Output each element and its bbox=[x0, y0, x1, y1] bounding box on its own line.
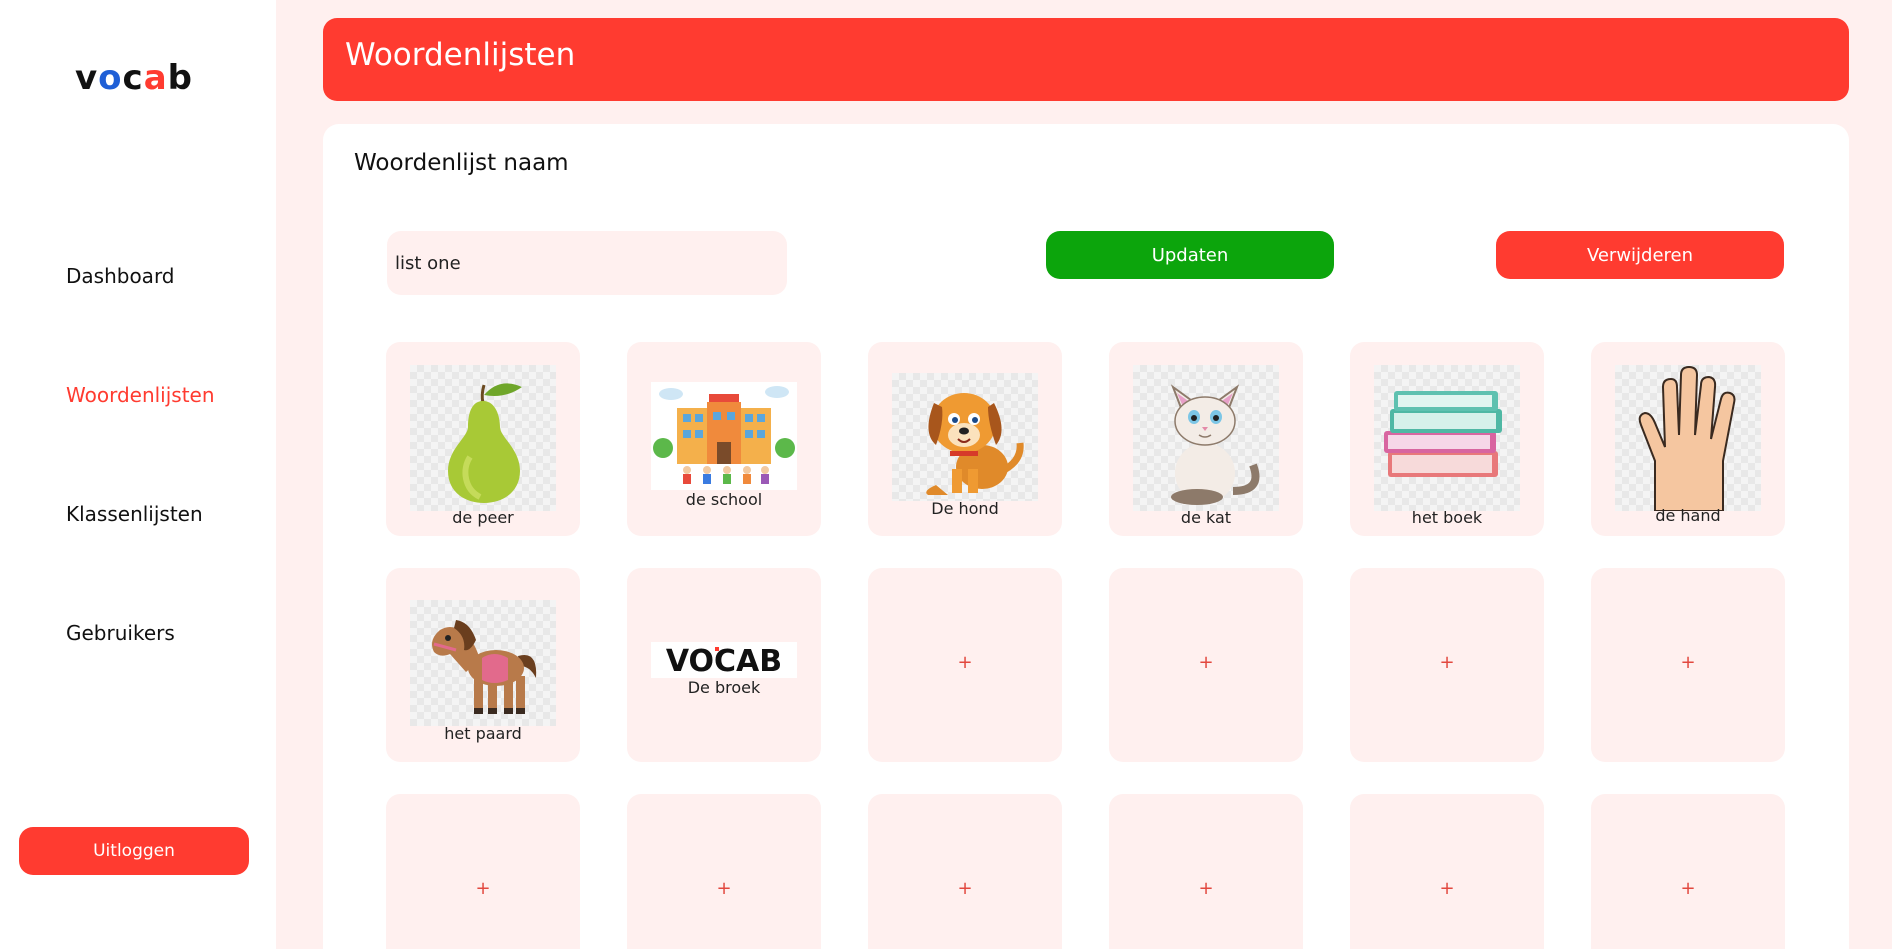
word-label: de hand bbox=[1655, 506, 1721, 525]
vocab-logo[interactable]: vocab bbox=[0, 58, 268, 98]
word-label: De broek bbox=[687, 678, 761, 697]
plus-icon: + bbox=[1680, 652, 1696, 673]
logo-letter-o: o bbox=[98, 58, 123, 98]
plus-icon: + bbox=[1439, 878, 1455, 899]
add-word-tile[interactable]: + bbox=[868, 568, 1062, 762]
sidebar: vocab Dashboard Woordenlijsten Klassenli… bbox=[0, 0, 276, 949]
logo-letter-a: a bbox=[143, 58, 168, 98]
word-tile-de-broek[interactable]: VOCAB De broek bbox=[627, 568, 821, 762]
word-label: De hond bbox=[931, 499, 999, 518]
update-button[interactable]: Updaten bbox=[1046, 231, 1334, 279]
word-label: het paard bbox=[444, 724, 522, 743]
add-word-tile[interactable]: + bbox=[1109, 568, 1303, 762]
add-word-tile[interactable]: + bbox=[1109, 794, 1303, 949]
add-word-tile[interactable]: + bbox=[627, 794, 821, 949]
page-title: Woordenlijsten bbox=[345, 37, 576, 73]
page-header: Woordenlijsten bbox=[323, 18, 1849, 101]
sidebar-item-dashboard[interactable]: Dashboard bbox=[66, 264, 175, 288]
word-list-name-label: Woordenlijst naam bbox=[354, 150, 569, 176]
word-tile-de-hand[interactable]: de hand bbox=[1591, 342, 1785, 536]
sidebar-item-woordenlijsten[interactable]: Woordenlijsten bbox=[66, 383, 215, 407]
word-label: het boek bbox=[1411, 508, 1483, 527]
word-label: de peer bbox=[452, 508, 514, 527]
word-tile-de-peer[interactable]: de peer bbox=[386, 342, 580, 536]
logo-letter-b: b bbox=[167, 58, 193, 98]
plus-icon: + bbox=[1198, 652, 1214, 673]
hand-image bbox=[1615, 365, 1761, 511]
word-tile-het-boek[interactable]: het boek bbox=[1350, 342, 1544, 536]
word-tile-de-kat[interactable]: de kat bbox=[1109, 342, 1303, 536]
add-word-tile[interactable]: + bbox=[1350, 568, 1544, 762]
logout-button[interactable]: Uitloggen bbox=[19, 827, 249, 875]
word-label: de kat bbox=[1180, 508, 1232, 527]
add-word-tile[interactable]: + bbox=[1591, 794, 1785, 949]
word-tile-de-school[interactable]: de school bbox=[627, 342, 821, 536]
word-list-name-input[interactable] bbox=[387, 231, 787, 295]
delete-button[interactable]: Verwijderen bbox=[1496, 231, 1784, 279]
word-tile-het-paard[interactable]: het paard bbox=[386, 568, 580, 762]
cat-image bbox=[1133, 365, 1279, 511]
word-tile-de-hond[interactable]: De hond bbox=[868, 342, 1062, 536]
pear-image bbox=[410, 365, 556, 511]
plus-icon: + bbox=[716, 878, 732, 899]
plus-icon: + bbox=[957, 652, 973, 673]
sidebar-item-gebruikers[interactable]: Gebruikers bbox=[66, 621, 175, 645]
sidebar-item-klassenlijsten[interactable]: Klassenlijsten bbox=[66, 502, 203, 526]
plus-icon: + bbox=[1198, 878, 1214, 899]
plus-icon: + bbox=[475, 878, 491, 899]
school-image bbox=[651, 382, 797, 490]
plus-icon: + bbox=[1680, 878, 1696, 899]
horse-image bbox=[410, 600, 556, 726]
logo-letter-v: v bbox=[75, 58, 99, 98]
plus-icon: + bbox=[1439, 652, 1455, 673]
word-label: de school bbox=[685, 490, 763, 509]
plus-icon: + bbox=[957, 878, 973, 899]
add-word-tile[interactable]: + bbox=[1591, 568, 1785, 762]
svg-text:VOCAB: VOCAB bbox=[666, 644, 782, 678]
add-word-tile[interactable]: + bbox=[868, 794, 1062, 949]
add-word-tile[interactable]: + bbox=[386, 794, 580, 949]
logo-letter-c: c bbox=[122, 58, 144, 98]
vocab-logo-image: VOCAB bbox=[651, 642, 797, 678]
word-list-panel: Woordenlijst naam Updaten Verwijderen de… bbox=[323, 124, 1849, 949]
books-image bbox=[1374, 365, 1520, 511]
dog-image bbox=[892, 373, 1038, 501]
add-word-tile[interactable]: + bbox=[1350, 794, 1544, 949]
